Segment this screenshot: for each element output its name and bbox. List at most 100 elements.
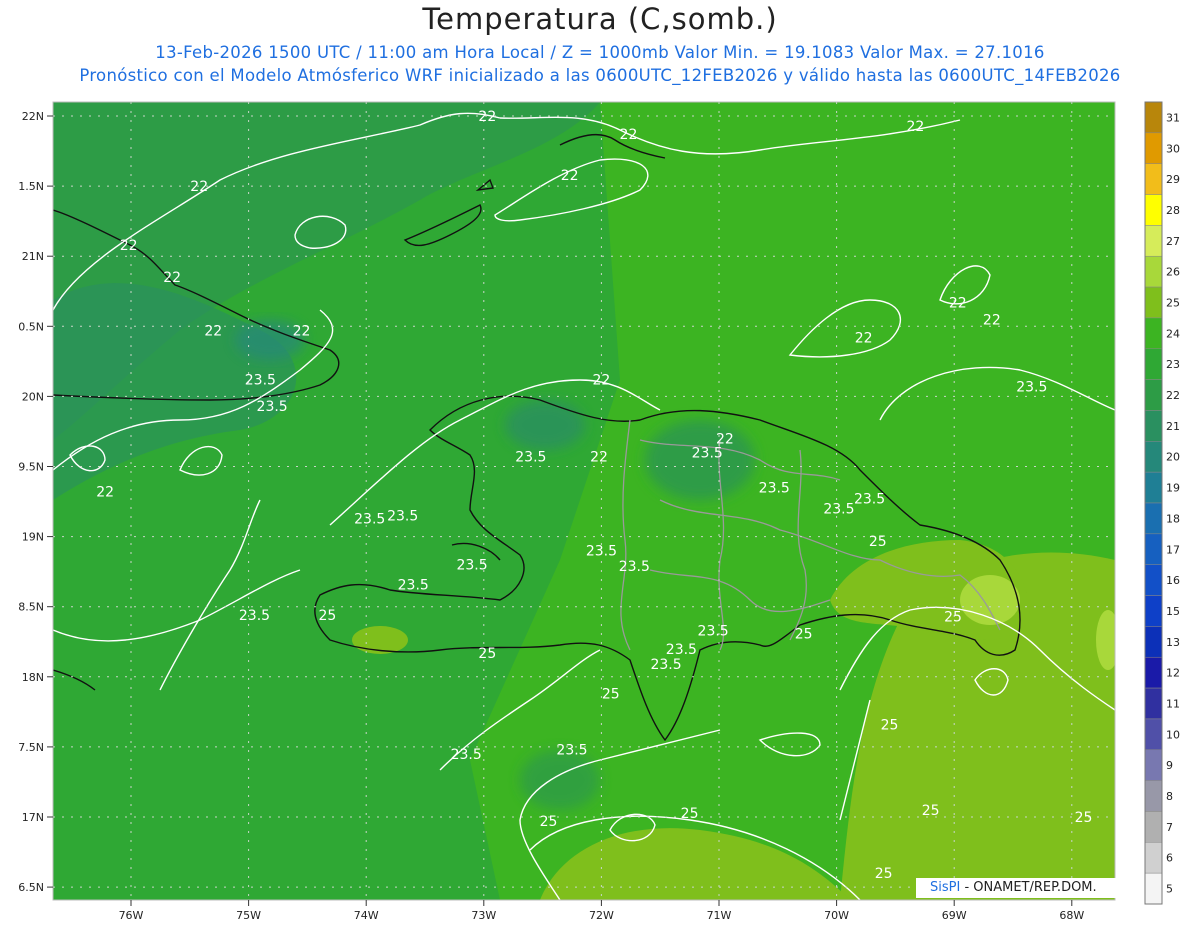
colorbar-swatch xyxy=(1144,780,1163,812)
colorbar-swatch xyxy=(1144,101,1163,134)
lon-tick-label: 70W xyxy=(824,909,849,922)
contour-label: 23.5 xyxy=(451,747,482,763)
contour-label: 25 xyxy=(602,687,620,703)
colorbar-swatch xyxy=(1144,718,1163,751)
contour-label: 23.5 xyxy=(619,559,650,575)
contour-label: 23.5 xyxy=(692,445,723,461)
contour-label: 23.5 xyxy=(515,450,546,466)
contour-label: 22 xyxy=(620,127,638,143)
contour-label: 23.5 xyxy=(257,399,288,415)
credit-box: SisPI - ONAMET/REP.DOM. xyxy=(916,878,1121,898)
colorbar-swatch xyxy=(1144,441,1163,473)
colorbar-label: 18 xyxy=(1166,512,1180,525)
lat-tick-label: 0.5N xyxy=(18,320,44,333)
colorbar-swatch xyxy=(1144,595,1163,627)
contour-label: 23.5 xyxy=(1016,380,1047,396)
contour-label: 25 xyxy=(540,814,558,830)
longitude-axis: 76W 75W 74W 73W 72W 71W 70W 69W 68W xyxy=(119,900,1084,922)
colorbar-label: 29 xyxy=(1166,173,1180,186)
contour-label: 23.5 xyxy=(854,492,885,508)
map-field: 2222222222222222 2223.523.522222223.5 23.5… xyxy=(53,102,1115,900)
contour-label: 23.5 xyxy=(456,558,487,574)
field-26-patch-puertorico xyxy=(1096,610,1115,670)
colorbar-swatch xyxy=(1144,687,1163,720)
lat-tick-label: 19N xyxy=(22,531,44,544)
lat-tick-label: 6.5N xyxy=(18,881,44,894)
colorbar: 31 30 29 28 27 26 25 24 23 22 21 20 19 18 17 16 15 13 12 11… xyxy=(1144,101,1180,905)
colorbar-label: 21 xyxy=(1166,420,1180,433)
colorbar-swatch xyxy=(1144,132,1163,164)
colorbar-label: 30 xyxy=(1166,142,1180,155)
temperature-map: 2222222222222222 2223.523.522222223.5 23.5… xyxy=(18,101,1180,922)
contour-label: 25 xyxy=(1075,810,1093,826)
contour-label: 22 xyxy=(855,331,873,347)
colorbar-swatch xyxy=(1144,811,1163,843)
colorbar-label: 13 xyxy=(1166,636,1180,649)
contour-label: 22 xyxy=(590,450,608,466)
contour-label: 23.5 xyxy=(586,544,617,560)
lat-tick-label: 9.5N xyxy=(18,461,44,474)
lat-tick-label: 20N xyxy=(22,390,44,403)
colorbar-label: 6 xyxy=(1166,852,1173,865)
colorbar-swatch xyxy=(1144,255,1163,288)
contour-label: 25 xyxy=(922,803,940,819)
colorbar-swatch xyxy=(1144,749,1163,781)
contour-label: 25 xyxy=(869,534,887,550)
colorbar-swatch xyxy=(1144,194,1163,226)
lon-tick-label: 76W xyxy=(119,909,144,922)
field-cool-caribbean xyxy=(520,750,600,810)
lat-tick-label: 7.5N xyxy=(18,741,44,754)
contour-label: 22 xyxy=(478,109,496,125)
lat-tick-label: 1.5N xyxy=(18,180,44,193)
colorbar-label: 22 xyxy=(1166,389,1180,402)
colorbar-swatch xyxy=(1144,626,1163,658)
contour-label: 23.5 xyxy=(354,511,385,527)
lat-tick-label: 8.5N xyxy=(18,601,44,614)
contour-label: 22 xyxy=(163,270,181,286)
colorbar-swatch xyxy=(1144,225,1163,257)
colorbar-swatch xyxy=(1144,379,1163,411)
contour-label: 22 xyxy=(190,179,208,195)
contour-label: 22 xyxy=(293,324,311,340)
contour-label: 25 xyxy=(944,610,962,626)
colorbar-label: 9 xyxy=(1166,759,1173,772)
colorbar-swatch xyxy=(1144,317,1163,350)
contour-label: 23.5 xyxy=(650,657,681,673)
contour-label: 23.5 xyxy=(387,509,418,525)
colorbar-label: 12 xyxy=(1166,667,1180,680)
latitude-axis: 22N 1.5N 21N 0.5N 20N 9.5N 19N 8.5N 18N 7.5N 17N 6.… xyxy=(18,110,53,894)
contour-label: 22 xyxy=(561,168,579,184)
colorbar-swatch xyxy=(1144,471,1163,504)
lon-tick-label: 71W xyxy=(707,909,732,922)
colorbar-label: 11 xyxy=(1166,698,1180,711)
lon-tick-label: 73W xyxy=(471,909,496,922)
colorbar-label: 17 xyxy=(1166,543,1180,556)
colorbar-label: 8 xyxy=(1166,790,1173,803)
contour-label: 23.5 xyxy=(398,577,429,593)
contour-label: 23.5 xyxy=(666,642,697,658)
lon-tick-label: 72W xyxy=(589,909,614,922)
lat-tick-label: 21N xyxy=(22,250,44,263)
colorbar-swatch xyxy=(1144,564,1163,596)
contour-label: 25 xyxy=(795,626,813,642)
lon-tick-label: 74W xyxy=(354,909,379,922)
colorbar-swatch xyxy=(1144,842,1163,874)
contour-label: 23.5 xyxy=(245,373,276,389)
contour-label: 23.5 xyxy=(823,502,854,518)
colorbar-label: 16 xyxy=(1166,574,1180,587)
colorbar-swatch xyxy=(1144,286,1163,319)
contour-label: 25 xyxy=(318,608,336,624)
colorbar-swatch xyxy=(1144,656,1163,689)
lat-tick-label: 22N xyxy=(22,110,44,123)
credit-text: - ONAMET/REP.DOM. xyxy=(960,880,1097,895)
colorbar-label: 26 xyxy=(1166,266,1180,279)
colorbar-label: 28 xyxy=(1166,204,1180,217)
contour-label: 25 xyxy=(875,866,893,882)
colorbar-label: 10 xyxy=(1166,728,1180,741)
contour-label: 25 xyxy=(478,646,496,662)
lon-tick-label: 69W xyxy=(942,909,967,922)
contour-label: 23.5 xyxy=(698,624,729,640)
colorbar-swatch xyxy=(1144,410,1163,442)
lon-tick-label: 68W xyxy=(1059,909,1084,922)
lat-tick-label: 17N xyxy=(22,811,44,824)
